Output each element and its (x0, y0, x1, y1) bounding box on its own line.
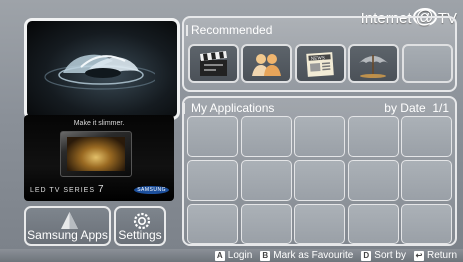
footer-label-1[interactable]: Mark as Favourite (273, 250, 353, 261)
samsung-apps-button[interactable]: Samsung Apps (24, 206, 111, 246)
samsung-apps-label: Samsung Apps (27, 228, 108, 242)
footer-label-3[interactable]: Return (427, 250, 457, 261)
app-slot[interactable] (294, 160, 345, 201)
recommended-item-news[interactable]: NEWS (295, 44, 346, 83)
recommended-item-empty[interactable] (402, 44, 453, 83)
settings-label: Settings (118, 228, 162, 242)
app-slot[interactable] (187, 116, 238, 157)
people-icon (252, 54, 281, 76)
app-slot[interactable] (241, 204, 292, 244)
app-slot[interactable] (187, 160, 238, 201)
water-splash-image (44, 54, 155, 90)
app-slot[interactable] (401, 116, 452, 157)
recommended-title: Recommended (191, 23, 273, 37)
app-slot[interactable] (294, 204, 345, 244)
svg-text:NEWS: NEWS (310, 56, 325, 62)
app-slot[interactable] (348, 160, 399, 201)
ad-tagline: Make it slimmer. (73, 120, 125, 127)
samsung-logo: SAMSUNG (134, 186, 169, 194)
clapperboard-icon (200, 51, 227, 76)
app-slot[interactable] (348, 204, 399, 244)
app-slot[interactable] (294, 116, 345, 157)
footer-key-2: D (361, 251, 372, 261)
footer-key-0: A (214, 251, 225, 261)
footer-key-1: B (260, 251, 271, 261)
footer-key-3: ↩ (413, 251, 424, 261)
footer-label-2[interactable]: Sort by (374, 250, 406, 261)
app-slot[interactable] (401, 160, 452, 201)
my-applications-title: My Applications (191, 101, 275, 115)
recommended-item-weather[interactable] (348, 44, 399, 83)
app-slot[interactable] (348, 116, 399, 157)
app-slot[interactable] (187, 204, 238, 244)
settings-button[interactable]: Settings (114, 206, 166, 246)
app-slot[interactable] (241, 160, 292, 201)
sort-indicator[interactable]: by Date 1/1 (384, 101, 449, 115)
led-tv-advert[interactable]: Make it slimmer. LED TV SERIES 7 SAMSUNG (24, 115, 174, 201)
recommended-item-movies[interactable] (188, 44, 239, 83)
recommended-item-social[interactable] (241, 44, 292, 83)
tv-preview[interactable] (24, 18, 180, 120)
app-slot[interactable] (241, 116, 292, 157)
app-slot[interactable] (401, 204, 452, 244)
footer-label-0[interactable]: Login (228, 250, 252, 261)
ad-series: LED TV SERIES 7 (30, 184, 105, 195)
news-icon: NEWS (306, 52, 334, 77)
tv-image (60, 131, 132, 177)
bottom-help-bar: A Login B Mark as Favourite D Sort by ↩ Return (0, 249, 463, 262)
umbrella-weather-icon (359, 55, 388, 78)
